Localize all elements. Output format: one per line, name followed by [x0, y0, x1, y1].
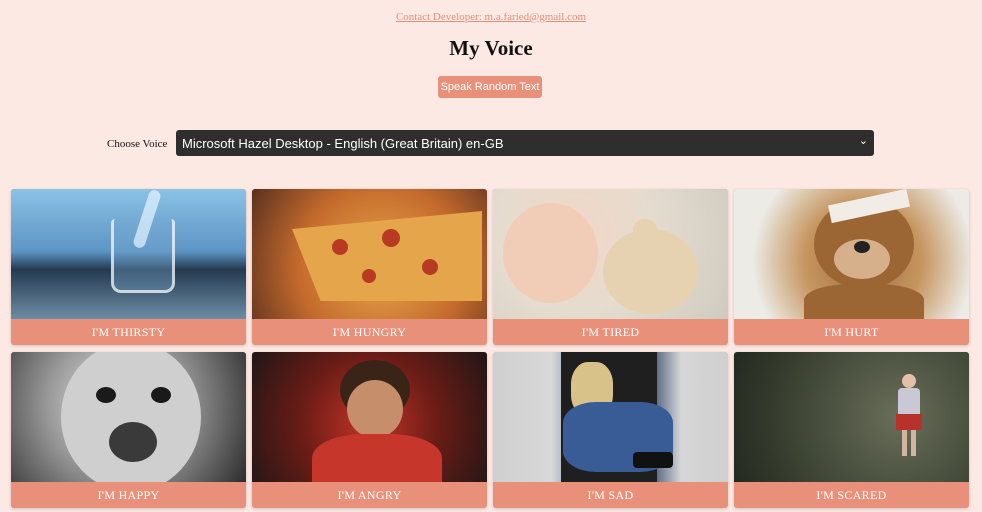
- choose-voice-label: Choose Voice: [107, 138, 168, 150]
- card-label: I'M SAD: [587, 487, 634, 502]
- happy-image: [11, 352, 246, 482]
- angry-image: [252, 352, 487, 482]
- phrase-grid: I'M THIRSTY I'M HUNGRY I'M TIRED I'M HUR…: [11, 189, 969, 508]
- card-label: I'M HUNGRY: [332, 324, 407, 339]
- sad-image: [493, 352, 728, 482]
- card-label: I'M ANGRY: [337, 487, 402, 502]
- card-label: I'M TIRED: [581, 324, 640, 339]
- phrase-card-scared[interactable]: I'M SCARED: [734, 352, 969, 508]
- contact-developer-link[interactable]: Contact Developer: m.a.faried@gmail.com: [396, 11, 586, 23]
- card-label: I'M HURT: [824, 324, 879, 339]
- phrase-card-sad[interactable]: I'M SAD: [493, 352, 728, 508]
- phrase-card-happy[interactable]: I'M HAPPY: [11, 352, 246, 508]
- speak-random-text-button[interactable]: Speak Random Text: [438, 76, 542, 98]
- voice-select[interactable]: Microsoft Hazel Desktop - English (Great…: [176, 130, 874, 156]
- phrase-card-hungry[interactable]: I'M HUNGRY: [252, 189, 487, 345]
- card-label: I'M THIRSTY: [91, 324, 166, 339]
- phrase-card-thirsty[interactable]: I'M THIRSTY: [11, 189, 246, 345]
- card-label: I'M HAPPY: [97, 487, 160, 502]
- chevron-down-icon: ⌄: [858, 135, 868, 147]
- scared-image: [734, 352, 969, 482]
- contact-developer: Contact Developer: m.a.faried@gmail.com: [0, 11, 982, 23]
- thirsty-image: [11, 189, 246, 319]
- card-label: I'M SCARED: [816, 487, 887, 502]
- phrase-card-tired[interactable]: I'M TIRED: [493, 189, 728, 345]
- phrase-card-angry[interactable]: I'M ANGRY: [252, 352, 487, 508]
- phrase-card-hurt[interactable]: I'M HURT: [734, 189, 969, 345]
- tired-image: [493, 189, 728, 319]
- voice-select-value: Microsoft Hazel Desktop - English (Great…: [182, 135, 504, 151]
- hungry-image: [252, 189, 487, 319]
- hurt-image: [734, 189, 969, 319]
- page-title: My Voice: [449, 36, 533, 60]
